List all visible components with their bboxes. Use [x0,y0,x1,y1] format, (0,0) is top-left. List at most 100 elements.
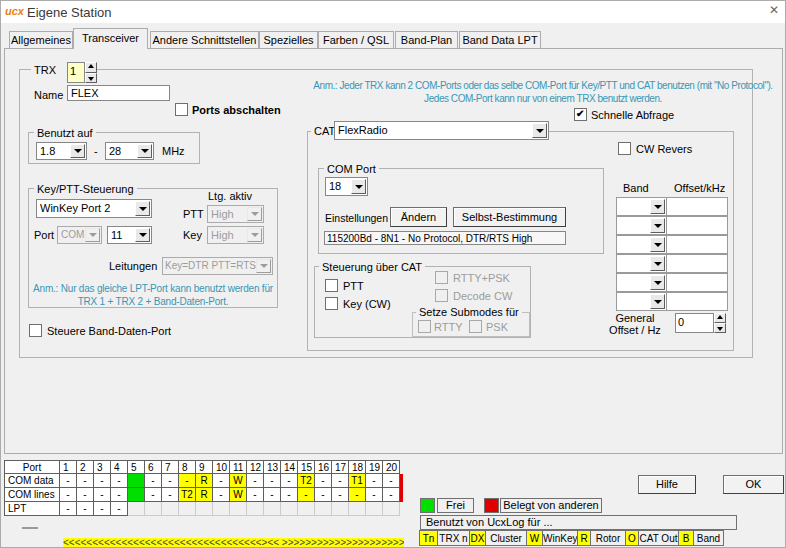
spin-up-icon[interactable] [714,313,726,323]
top-note: Anm.: Jeder TRX kann 2 COM-Ports oder da… [313,79,773,105]
trx-number-spinner[interactable]: 1 [67,62,97,83]
band-select[interactable] [616,197,667,216]
general-offset-spinner[interactable]: 0 [675,313,726,333]
cw-revers-label: CW Revers [636,143,692,155]
chevron-down-icon[interactable] [650,275,665,290]
offset-input[interactable] [666,216,728,235]
chevron-down-icon[interactable] [70,144,85,158]
submode-rtty-label: RTTY [434,321,463,333]
port-cell [366,502,383,516]
trx-label: TRX [31,64,70,76]
port-cell [213,502,230,516]
port-number-select[interactable]: 11 [107,226,152,244]
port-cell [128,502,145,516]
port-cell [230,502,247,516]
port-type-select: COM [57,226,102,244]
steuere-band-label: Steuere Band-Daten-Port [47,325,171,337]
steuere-band-checkbox[interactable] [29,324,42,337]
key-active-select: High [207,226,264,244]
offset-input[interactable] [666,235,728,254]
port-cell: - [213,474,230,488]
port-cell: - [111,502,128,516]
port-cell: 8 [179,460,196,474]
tab-andere-schnittstellen[interactable]: Andere Schnittstellen [150,31,259,48]
band-select[interactable] [616,254,667,273]
chevron-down-icon[interactable] [650,237,665,252]
port-cell: 4 [111,460,128,474]
ok-button[interactable]: OK [723,475,784,494]
com-port-select[interactable]: 18 [325,177,368,196]
offset-input[interactable] [666,254,728,273]
chevron-down-icon[interactable] [135,228,150,242]
chevron-down-icon[interactable] [650,199,665,214]
steuerung-cat-label: Steuerung über CAT [319,261,425,273]
port-cell: - [332,474,349,488]
band-from-select[interactable]: 1.8 [36,142,87,160]
marquee-arrows: <<<<<<<<<<<<<<<<<<<<<<<<<<<<<<<<<<><< >>… [63,538,404,548]
tab-transceiver[interactable]: Transceiver [73,28,148,49]
chevron-down-icon[interactable] [135,201,150,216]
spin-down-icon[interactable] [85,73,97,84]
offset-header: Offset/kHz [674,182,725,194]
leitungen-label: Leitungen [109,260,157,272]
legend-free-label: Frei [437,498,474,513]
band-to-select[interactable]: 28 [105,142,154,160]
benutzt-cell: CAT Out [638,530,679,546]
cat-ptt-checkbox[interactable] [325,279,338,292]
port-cell: 5 [128,460,145,474]
band-select[interactable] [616,292,667,311]
cat-device-select[interactable]: FlexRadio [334,121,549,140]
schnelle-abfrage-checkbox[interactable] [574,108,587,121]
offset-input[interactable] [666,292,728,311]
port-table-red-marker [400,474,403,502]
port-cell: - [264,474,281,488]
band-select[interactable] [616,216,667,235]
trx-name-input[interactable]: FLEX [67,85,170,101]
port-cell: 17 [332,460,349,474]
port-cell [179,502,196,516]
port-cell [128,488,145,502]
chevron-down-icon[interactable] [351,179,366,194]
port-cell: - [247,474,264,488]
ports-abschalten-checkbox[interactable] [175,103,188,116]
chevron-down-icon[interactable] [532,123,547,138]
port-cell: - [111,488,128,502]
chevron-down-icon[interactable] [650,218,665,233]
tab-allgemeines[interactable]: Allgemeines [9,31,73,48]
grip-dash [22,527,38,529]
aendern-button[interactable]: Ändern [390,207,447,227]
tab-farben-qsl[interactable]: Farben / QSL [318,31,394,48]
port-cell: - [77,502,94,516]
port-cell: W [230,474,247,488]
port-cell: - [298,488,315,502]
tab-band-data-lpt[interactable]: Band Data LPT [459,31,541,48]
chevron-down-icon[interactable] [650,256,665,271]
port-cell [162,502,179,516]
ltg-aktiv-label: Ltg. aktiv [208,190,252,202]
port-cell: 18 [349,460,366,474]
cat-key-cw-checkbox[interactable] [325,297,338,310]
tab-band-plan[interactable]: Band-Plan [395,31,458,48]
band-select[interactable] [616,273,667,292]
offset-input[interactable] [666,197,728,216]
selbst-bestimmung-button[interactable]: Selbst-Bestimmung [453,207,566,227]
hilfe-button[interactable]: Hilfe [638,475,696,494]
spin-up-icon[interactable] [85,62,97,73]
port-cell: 14 [281,460,298,474]
port-cell: - [145,488,162,502]
port-cell: - [349,488,366,502]
schnelle-abfrage-label: Schnelle Abfrage [591,109,674,121]
offset-input[interactable] [666,273,728,292]
close-icon[interactable]: ✕ [767,3,781,17]
chevron-down-icon[interactable] [137,144,152,158]
tab-spezielles[interactable]: Spezielles [259,31,318,48]
cw-revers-checkbox[interactable] [618,142,631,155]
port-cell: - [383,488,400,502]
band-select[interactable] [616,235,667,254]
chevron-down-icon[interactable] [650,294,665,309]
port-cell [332,502,349,516]
benutzt-cell: Band [693,530,724,546]
keyptt-device-select[interactable]: WinKey Port 2 [36,199,152,218]
chevron-down-icon [247,207,262,221]
spin-down-icon[interactable] [714,323,726,333]
